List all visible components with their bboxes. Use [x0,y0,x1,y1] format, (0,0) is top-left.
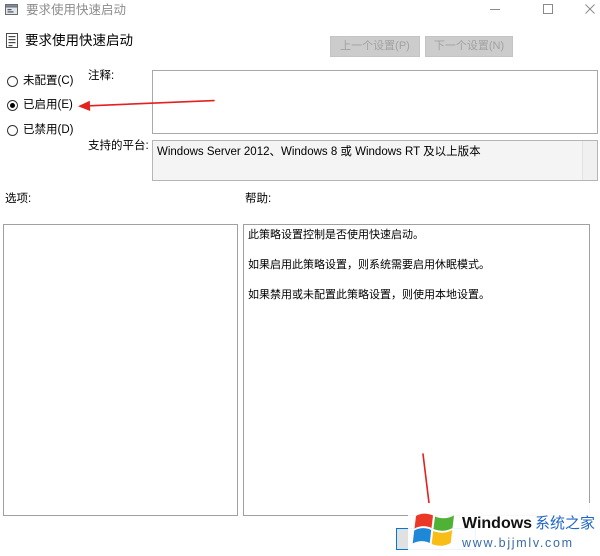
help-paragraph: 此策略设置控制是否使用快速启动。 [248,229,424,241]
help-paragraph: 如果启用此策略设置，则系统需要启用休眠模式。 [248,259,490,271]
maximize-icon[interactable] [540,2,556,16]
window-title: 要求使用快速启动 [26,3,127,17]
radio-enabled[interactable]: 已启用(E) [7,96,73,114]
supported-platform-value: Windows Server 2012、Windows 8 或 Windows … [157,146,481,158]
radio-label[interactable]: 已启用(E) [23,97,73,113]
radio-indicator[interactable] [7,124,18,136]
minimize-icon[interactable] [487,2,503,16]
next-setting-button[interactable]: 下一个设置(N) [425,36,513,57]
supported-platform-label: 支持的平台: [88,140,149,152]
annotation-arrowhead [78,100,91,111]
help-paragraph: 如果禁用或未配置此策略设置，则使用本地设置。 [248,289,490,301]
radio-disabled[interactable]: 已禁用(D) [7,121,73,139]
help-pane: 此策略设置控制是否使用快速启动。 如果启用此策略设置，则系统需要启用休眠模式。 … [243,224,590,516]
previous-setting-button[interactable]: 上一个设置(P) [330,36,420,57]
radio-indicator[interactable] [7,99,18,111]
policy-setting-icon [5,33,19,48]
watermark: Windows 系统之家 www.bjjmlv.com [408,503,600,556]
radio-indicator[interactable] [7,75,18,87]
group-policy-icon [5,3,18,16]
close-icon[interactable] [582,2,598,16]
title-bar[interactable]: 要求使用快速启动 [0,0,600,20]
options-label: 选项: [5,193,32,205]
watermark-url: www.bjjmlv.com [462,536,574,550]
help-label: 帮助: [245,193,272,205]
options-pane [3,224,238,516]
radio-label[interactable]: 未配置(C) [23,73,73,89]
platform-scrollbar[interactable] [582,141,597,180]
radio-not-configured[interactable]: 未配置(C) [7,72,73,90]
radio-label[interactable]: 已禁用(D) [23,122,73,138]
watermark-brand: Windows [462,515,533,532]
watermark-brand-cn: 系统之家 [535,515,596,532]
comment-label: 注释: [88,70,115,82]
supported-platform-box: Windows Server 2012、Windows 8 或 Windows … [152,140,598,181]
windows-flag-logo [412,513,454,546]
policy-title: 要求使用快速启动 [25,33,133,48]
comment-input[interactable] [152,70,598,134]
